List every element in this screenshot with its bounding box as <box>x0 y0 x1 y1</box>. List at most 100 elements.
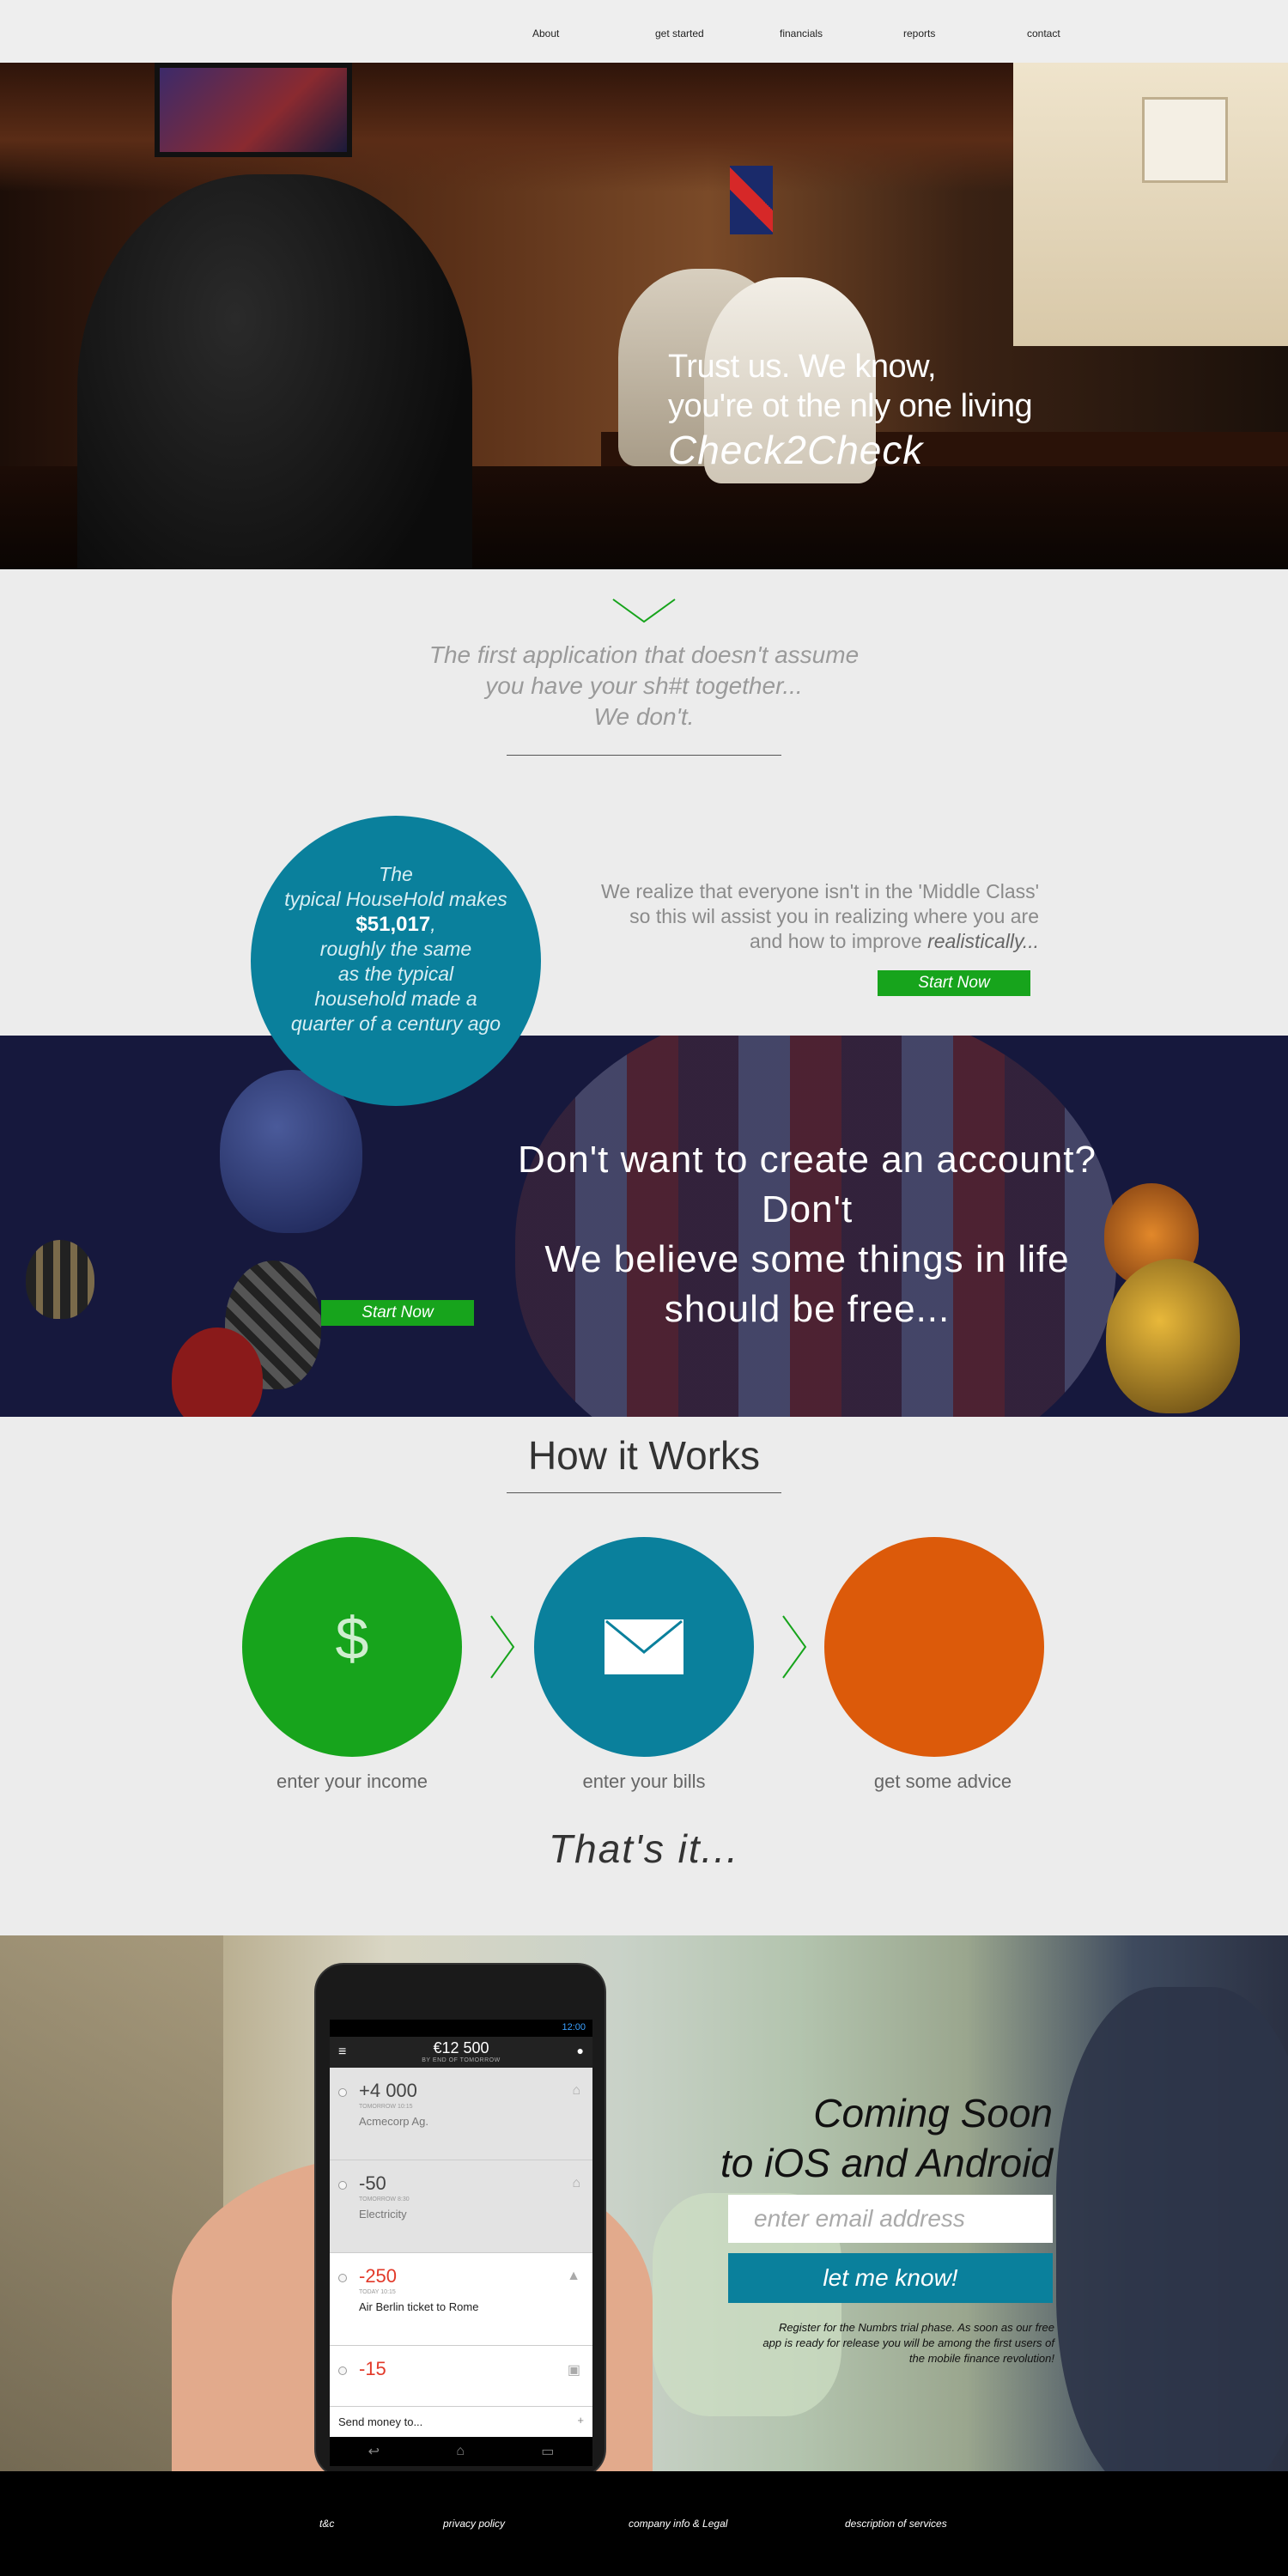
step-bills-circle <box>534 1537 754 1757</box>
coming-soon-line-2: to iOS and Android <box>720 2141 1053 2185</box>
intro-line-3: We don't. <box>593 703 695 730</box>
home-button-icon[interactable]: ⌂ <box>456 2444 465 2459</box>
transaction-row[interactable]: +4 000 TOMORROW 10:15 Acmecorp Ag. ⌂ <box>330 2068 592 2160</box>
hero-brand: Check2Check <box>668 428 924 472</box>
chevron-right-icon <box>782 1615 807 1679</box>
send-money-label: Send money to... <box>338 2415 423 2428</box>
stat-line-1: The <box>379 863 413 885</box>
trial-fine-print: Register for the Numbrs trial phase. As … <box>653 2320 1054 2366</box>
fine-line-1: Register for the Numbrs trial phase. As … <box>778 2321 1054 2334</box>
bank-icon: ⌂ <box>572 2083 580 2098</box>
intro-text: The first application that doesn't assum… <box>343 640 945 732</box>
transaction-when: TODAY 10:15 <box>359 2289 396 2295</box>
footer-tc-link[interactable]: t&c <box>319 2518 334 2530</box>
recents-icon[interactable]: ▭ <box>541 2443 554 2460</box>
step-advice-label: get some advice <box>873 1771 1012 1792</box>
nav-about[interactable]: About <box>532 27 559 39</box>
footer-services-link[interactable]: description of services <box>845 2518 947 2530</box>
start-now-button-top[interactable]: Start Now <box>878 970 1030 996</box>
nav-financials[interactable]: financials <box>780 27 823 39</box>
stat-line-5: household made a <box>314 987 477 1010</box>
hero-wall-frame <box>1142 97 1228 183</box>
transaction-when: TOMORROW 8:30 <box>359 2196 410 2202</box>
transaction-amount: -15 <box>359 2358 386 2379</box>
free-line-3: We believe some things in life <box>544 1238 1070 1280</box>
plane-icon: ▲ <box>567 2269 580 2283</box>
how-it-works-title: How it Works <box>527 1433 761 1478</box>
stat-line-3: roughly the same <box>319 938 472 960</box>
fine-line-3: the mobile finance revolution! <box>908 2352 1054 2365</box>
hero-line-2: you're ot the nly one living <box>668 388 1033 424</box>
user-icon[interactable]: ● <box>577 2044 584 2057</box>
wallet-icon: ▣ <box>567 2363 580 2378</box>
hero-tagline: Trust us. We know, you're ot the nly one… <box>668 347 1033 474</box>
coming-soon-title: Coming Soon to iOS and Android <box>601 2088 1053 2188</box>
free-line-4: should be free... <box>664 1288 951 1330</box>
let-me-know-button[interactable]: let me know! <box>728 2253 1053 2303</box>
nav-get-started[interactable]: get started <box>655 27 704 39</box>
nav-reports[interactable]: reports <box>903 27 935 39</box>
intro-line-2: you have your sh#t together... <box>485 672 803 699</box>
send-money-bar[interactable]: Send money to... + <box>330 2406 592 2437</box>
menu-icon[interactable]: ≡ <box>338 2044 346 2060</box>
transaction-amount: -250 <box>359 2265 398 2287</box>
hero-flag <box>730 166 773 234</box>
step-bills-label: enter your bills <box>582 1771 706 1792</box>
transaction-amount: -50 <box>359 2172 386 2194</box>
step-income-label: enter your income <box>276 1771 428 1792</box>
thats-it-text: That's it... <box>549 1826 739 1871</box>
footer: t&c privacy policy company info & Legal … <box>0 2471 1288 2576</box>
transaction-payee: Electricity <box>359 2208 407 2221</box>
phone-app-bar: ≡ €12 500 BY END OF TOMORROW ● <box>330 2037 592 2068</box>
timeline-dot <box>338 2088 347 2097</box>
timeline-dot <box>338 2366 347 2375</box>
phone-screen: 12:00 ≡ €12 500 BY END OF TOMORROW ● +4 … <box>330 2020 592 2437</box>
stat-line-6: quarter of a century ago <box>290 1012 501 1035</box>
back-icon[interactable]: ↩ <box>368 2443 380 2460</box>
household-stat-circle: The typical HouseHold makes $51,017, rou… <box>251 816 541 1106</box>
nav-contact[interactable]: contact <box>1027 27 1060 39</box>
transaction-row[interactable]: -50 TOMORROW 8:30 Electricity ⌂ <box>330 2160 592 2253</box>
intro-divider <box>507 755 781 756</box>
phone-nav-bar: ↩ ⌂ ▭ <box>330 2437 592 2466</box>
footer-company-link[interactable]: company info & Legal <box>629 2518 727 2530</box>
stat-line-2: typical HouseHold makes <box>284 888 507 910</box>
stat-line-4: as the typical <box>337 963 454 985</box>
intro-line-1: The first application that doesn't assum… <box>428 641 860 668</box>
transaction-payee: Air Berlin ticket to Rome <box>359 2300 479 2313</box>
email-field[interactable] <box>728 2195 1053 2243</box>
how-divider <box>507 1492 781 1493</box>
phone-balance: €12 500 <box>433 2039 489 2057</box>
fine-line-2: app is ready for release you will be amo… <box>762 2336 1054 2349</box>
transaction-payee: Acmecorp Ag. <box>359 2115 428 2128</box>
envelope-icon <box>605 1619 683 1674</box>
realize-text: We realize that everyone isn't in the 'M… <box>532 879 1039 954</box>
transaction-row[interactable]: -250 TODAY 10:15 Air Berlin ticket to Ro… <box>330 2253 592 2346</box>
chevron-down-icon <box>612 598 676 623</box>
free-line-1: Don't want to create an account? <box>518 1139 1097 1181</box>
blurred-person <box>1056 1987 1288 2471</box>
chevron-right-icon <box>490 1615 515 1679</box>
timeline-dot <box>338 2181 347 2190</box>
free-text: Don't want to create an account? Don't W… <box>455 1135 1159 1334</box>
realize-emphasis: realistically... <box>927 930 1039 952</box>
realize-line-3: and how to improve <box>749 930 928 952</box>
transaction-amount: +4 000 <box>359 2080 417 2101</box>
realize-line-1: We realize that everyone isn't in the 'M… <box>600 880 1039 902</box>
hero-person-foreground <box>77 174 472 569</box>
timeline-dot <box>338 2274 347 2282</box>
hero-tv-screen <box>155 63 352 157</box>
step-advice-circle <box>824 1537 1044 1757</box>
dollar-icon: $ <box>335 1605 369 1672</box>
balloon-small-left <box>26 1240 94 1319</box>
hero-line-1: Trust us. We know, <box>668 349 937 385</box>
footer-privacy-link[interactable]: privacy policy <box>443 2518 505 2530</box>
transaction-when: TOMORROW 10:15 <box>359 2104 413 2110</box>
realize-line-2: so this wil assist you in realizing wher… <box>629 905 1039 927</box>
home-icon: ⌂ <box>572 2176 580 2190</box>
phone-balance-sub: BY END OF TOMORROW <box>422 2057 501 2063</box>
add-contact-icon[interactable]: + <box>577 2414 584 2427</box>
phone-status-bar: 12:00 <box>330 2020 592 2037</box>
start-now-button-bottom[interactable]: Start Now <box>321 1300 474 1326</box>
top-nav: About get started financials reports con… <box>0 0 1288 63</box>
